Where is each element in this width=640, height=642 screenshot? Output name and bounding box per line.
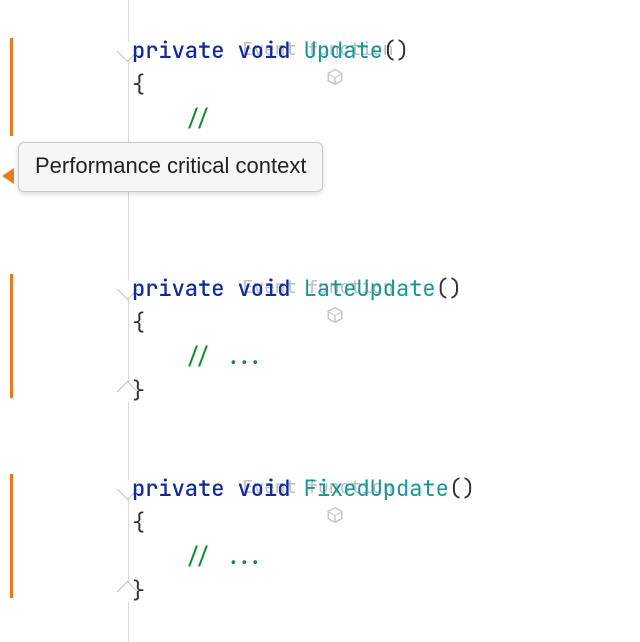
- inlay-hint: Event function: [132, 8, 640, 36]
- method-name: Update: [304, 36, 383, 65]
- inlay-hint: Event function: [132, 246, 640, 274]
- keyword: private: [132, 274, 224, 303]
- perf-marker[interactable]: [10, 274, 13, 398]
- keyword: void: [238, 36, 291, 65]
- code-content[interactable]: Event function private void Update() { /…: [132, 0, 640, 642]
- code-line: private void Update(): [132, 34, 640, 68]
- editor-gutter[interactable]: [0, 0, 132, 642]
- code-line: {: [132, 306, 640, 340]
- code-editor: Event function private void Update() { /…: [0, 0, 640, 642]
- code-line: {: [132, 506, 640, 540]
- code-line: }: [132, 574, 640, 608]
- comment: //: [185, 104, 211, 133]
- method-name: LateUpdate: [304, 274, 436, 303]
- tooltip-text: Performance critical context: [35, 153, 306, 178]
- inlay-hint: Event function: [132, 446, 640, 474]
- fold-guide-line: [128, 0, 129, 642]
- code-line: //: [132, 102, 640, 136]
- perf-marker[interactable]: [10, 474, 13, 598]
- keyword: void: [238, 274, 291, 303]
- perf-marker[interactable]: [10, 38, 13, 136]
- code-line: private void LateUpdate(): [132, 272, 640, 306]
- code-line: }: [132, 374, 640, 408]
- code-line: {: [132, 68, 640, 102]
- unity-icon: [218, 477, 236, 495]
- keyword: void: [238, 474, 291, 503]
- keyword: private: [132, 36, 224, 65]
- code-line: // ...: [132, 540, 640, 574]
- method-name: FixedUpdate: [304, 474, 449, 503]
- tooltip: Performance critical context: [18, 142, 323, 192]
- chevron-right-icon: [2, 168, 14, 184]
- code-line: // ...: [132, 340, 640, 374]
- keyword: private: [132, 474, 224, 503]
- code-line: private void FixedUpdate(): [132, 472, 640, 506]
- unity-icon: [218, 277, 236, 295]
- unity-icon: [218, 39, 236, 57]
